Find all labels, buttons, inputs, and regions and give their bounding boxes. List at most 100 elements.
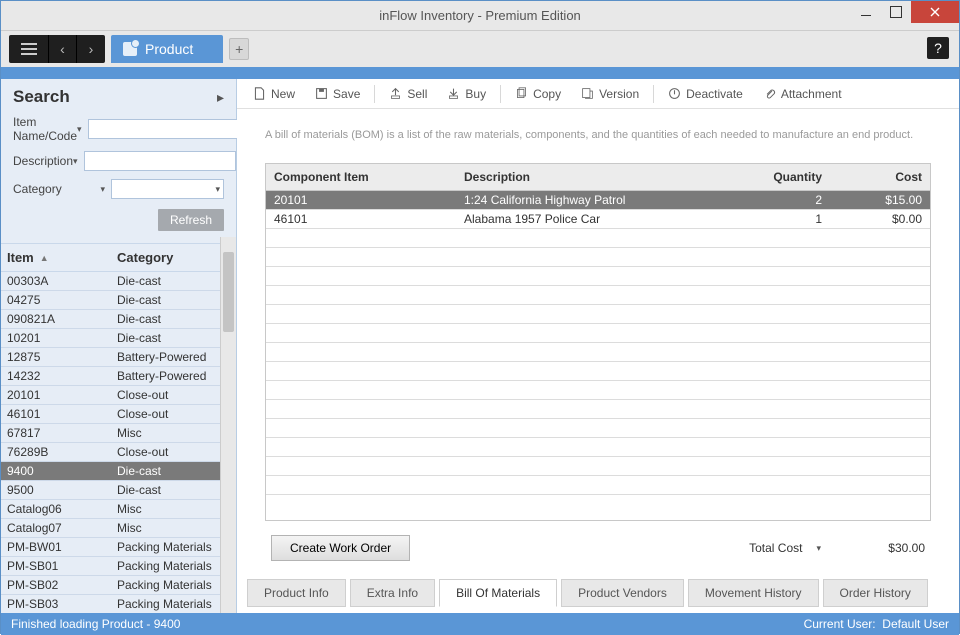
cell-item: 00303A	[1, 274, 111, 288]
buy-button[interactable]: Buy	[439, 84, 494, 104]
header-cost[interactable]: Cost	[830, 164, 930, 190]
list-item[interactable]: PM-SB02Packing Materials	[1, 576, 220, 595]
list-item[interactable]: 9500Die-cast	[1, 481, 220, 500]
list-item[interactable]: 76289BClose-out	[1, 443, 220, 462]
cell-item: 12875	[1, 350, 111, 364]
title-bar: inFlow Inventory - Premium Edition	[1, 1, 959, 31]
sort-asc-icon: ▲	[40, 253, 49, 263]
search-desc-label[interactable]: Description▾	[13, 154, 78, 168]
list-item[interactable]: 20101Close-out	[1, 386, 220, 405]
cell-component: 46101	[266, 212, 456, 226]
tab-product[interactable]: Product	[111, 35, 223, 63]
cell-category: Die-cast	[111, 464, 220, 478]
list-item[interactable]: 12875Battery-Powered	[1, 348, 220, 367]
deactivate-button[interactable]: Deactivate	[660, 84, 751, 104]
list-item[interactable]: 00303ADie-cast	[1, 272, 220, 291]
version-button[interactable]: Version	[573, 84, 647, 104]
attachment-button[interactable]: Attachment	[755, 84, 850, 104]
nav-back-button[interactable]: ‹	[49, 35, 77, 63]
header-item[interactable]: Item▲	[1, 244, 111, 271]
cell-item: PM-SB01	[1, 559, 111, 573]
bom-row[interactable]: 46101Alabama 1957 Police Car1$0.00	[266, 210, 930, 229]
sell-button[interactable]: Sell	[381, 84, 435, 104]
list-item[interactable]: 67817Misc	[1, 424, 220, 443]
cell-category: Die-cast	[111, 293, 220, 307]
status-user: Current User: Default User	[804, 617, 949, 631]
chevron-down-icon: ▾	[77, 124, 82, 135]
sidebar-scrollbar[interactable]	[220, 237, 236, 613]
save-button[interactable]: Save	[307, 84, 368, 104]
header-component[interactable]: Component Item	[266, 164, 456, 190]
cell-component: 20101	[266, 193, 456, 207]
list-item[interactable]: PM-SB03Packing Materials	[1, 595, 220, 613]
list-item[interactable]: Catalog06Misc	[1, 500, 220, 519]
bom-row-empty[interactable]	[266, 476, 930, 495]
search-cat-label[interactable]: Category▾	[13, 182, 105, 196]
cell-category: Close-out	[111, 445, 220, 459]
add-tab-button[interactable]: +	[229, 38, 249, 60]
tab-product-vendors[interactable]: Product Vendors	[561, 579, 684, 607]
list-item[interactable]: PM-BW01Packing Materials	[1, 538, 220, 557]
window-title: inFlow Inventory - Premium Edition	[379, 8, 581, 23]
list-item[interactable]: 14232Battery-Powered	[1, 367, 220, 386]
status-bar: Finished loading Product - 9400 Current …	[1, 613, 959, 635]
menu-button[interactable]	[9, 35, 49, 63]
list-item[interactable]: PM-SB01Packing Materials	[1, 557, 220, 576]
bom-header: Component Item Description Quantity Cost	[266, 164, 930, 191]
chevron-down-icon[interactable]: ▾	[816, 543, 821, 554]
search-name-input[interactable]	[88, 119, 240, 139]
list-item[interactable]: 10201Die-cast	[1, 329, 220, 348]
collapse-arrow-icon[interactable]: ▸	[217, 89, 224, 106]
bom-row-empty[interactable]	[266, 305, 930, 324]
refresh-button[interactable]: Refresh	[158, 209, 224, 231]
bom-row-empty[interactable]	[266, 381, 930, 400]
bom-row-empty[interactable]	[266, 457, 930, 476]
bom-row-empty[interactable]	[266, 343, 930, 362]
accent-strip	[1, 67, 959, 79]
help-button[interactable]: ?	[927, 37, 949, 59]
item-list: Item▲ Category 00303ADie-cast04275Die-ca…	[1, 243, 220, 613]
tab-movement-history[interactable]: Movement History	[688, 579, 819, 607]
cell-item: 14232	[1, 369, 111, 383]
bom-row-empty[interactable]	[266, 229, 930, 248]
new-button[interactable]: New	[245, 84, 303, 104]
bom-row-empty[interactable]	[266, 362, 930, 381]
search-cat-combo[interactable]: ▾	[111, 179, 224, 199]
nav-forward-button[interactable]: ›	[77, 35, 105, 63]
cell-item: Catalog06	[1, 502, 111, 516]
item-list-header[interactable]: Item▲ Category	[1, 243, 220, 272]
bom-row-empty[interactable]	[266, 400, 930, 419]
close-button[interactable]	[911, 1, 959, 23]
tab-bill-of-materials[interactable]: Bill Of Materials	[439, 579, 557, 607]
list-item[interactable]: 9400Die-cast	[1, 462, 220, 481]
search-name-label[interactable]: Item Name/Code▾	[13, 115, 82, 143]
tab-product-info[interactable]: Product Info	[247, 579, 346, 607]
bom-row-empty[interactable]	[266, 286, 930, 305]
bom-row[interactable]: 201011:24 California Highway Patrol2$15.…	[266, 191, 930, 210]
cell-category: Packing Materials	[111, 578, 220, 592]
search-desc-input[interactable]	[84, 151, 236, 171]
copy-button[interactable]: Copy	[507, 84, 569, 104]
header-quantity[interactable]: Quantity	[740, 164, 830, 190]
list-item[interactable]: 04275Die-cast	[1, 291, 220, 310]
minimize-button[interactable]	[851, 1, 881, 23]
bom-row-empty[interactable]	[266, 438, 930, 457]
tab-order-history[interactable]: Order History	[823, 579, 928, 607]
bom-row-empty[interactable]	[266, 324, 930, 343]
bom-row-empty[interactable]	[266, 267, 930, 286]
content-area: New Save Sell Buy Copy Version Deactivat…	[237, 79, 959, 613]
tab-extra-info[interactable]: Extra Info	[350, 579, 435, 607]
nav-group: ‹ ›	[9, 35, 105, 63]
list-item[interactable]: Catalog07Misc	[1, 519, 220, 538]
maximize-button[interactable]	[881, 1, 911, 23]
bom-row-empty[interactable]	[266, 419, 930, 438]
header-category[interactable]: Category	[111, 244, 220, 271]
header-description[interactable]: Description	[456, 164, 740, 190]
bom-row-empty[interactable]	[266, 248, 930, 267]
list-item[interactable]: 46101Close-out	[1, 405, 220, 424]
list-item[interactable]: 090821ADie-cast	[1, 310, 220, 329]
cell-category: Battery-Powered	[111, 350, 220, 364]
create-work-order-button[interactable]: Create Work Order	[271, 535, 410, 561]
total-cost-label: Total Cost	[749, 541, 802, 555]
cell-category: Packing Materials	[111, 540, 220, 554]
